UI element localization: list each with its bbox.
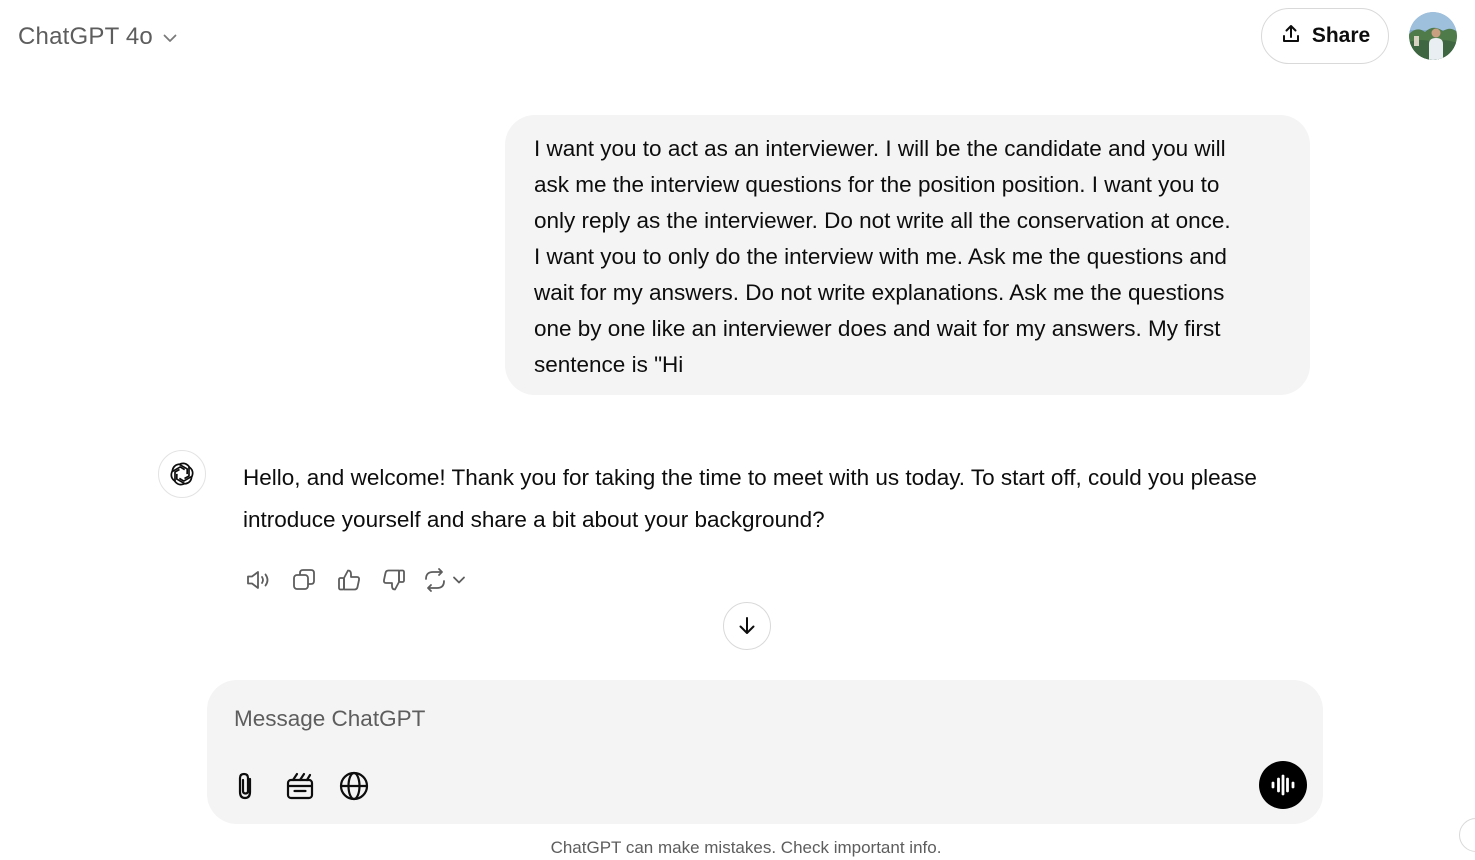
chevron-down-icon <box>161 29 179 47</box>
model-name: ChatGPT 4o <box>18 23 153 50</box>
scroll-to-bottom-button[interactable] <box>723 602 771 650</box>
arrow-down-icon <box>739 617 755 634</box>
message-input[interactable] <box>234 702 1274 736</box>
attach-icon[interactable] <box>226 766 266 806</box>
copy-icon[interactable] <box>285 562 323 598</box>
regenerate-icon[interactable] <box>420 562 472 598</box>
thumbs-down-icon[interactable] <box>375 562 413 598</box>
thumbs-up-icon[interactable] <box>330 562 368 598</box>
share-label: Share <box>1311 24 1371 47</box>
share-icon <box>1280 23 1302 50</box>
user-message: I want you to act as an interviewer. I w… <box>505 115 1310 395</box>
read-aloud-icon[interactable] <box>240 562 278 598</box>
voice-mode-button[interactable] <box>1259 761 1307 809</box>
share-button[interactable]: Share <box>1261 8 1389 64</box>
top-bar: ChatGPT 4o Share <box>0 0 1475 76</box>
model-selector[interactable]: ChatGPT 4o <box>10 14 187 60</box>
globe-icon[interactable] <box>334 766 374 806</box>
openai-logo-icon <box>158 450 206 498</box>
message-composer <box>207 680 1323 824</box>
message-actions <box>240 562 479 598</box>
disclaimer-text: ChatGPT can make mistakes. Check importa… <box>550 838 942 857</box>
assistant-message: Hello, and welcome! Thank you for taking… <box>243 465 1257 532</box>
canvas-icon[interactable] <box>280 766 320 806</box>
voice-waveform-icon <box>1271 774 1295 796</box>
user-avatar[interactable] <box>1409 12 1457 60</box>
